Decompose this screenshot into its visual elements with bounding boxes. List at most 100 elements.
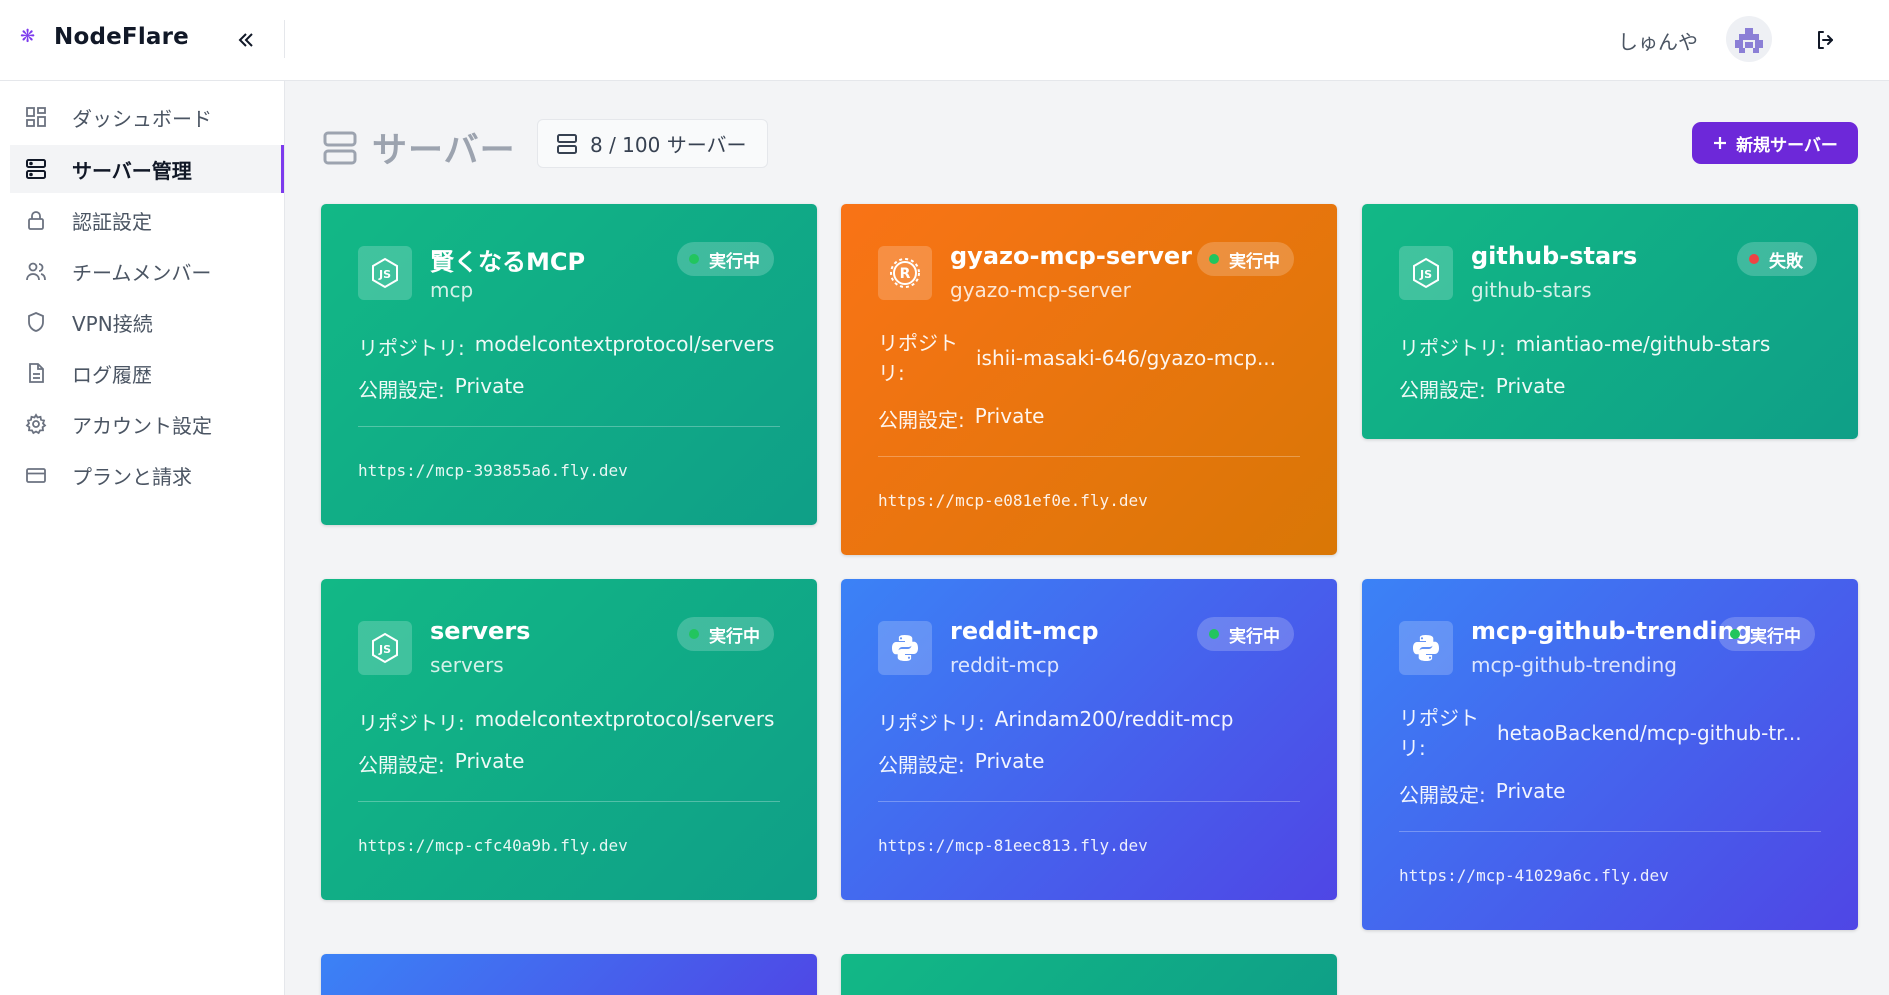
rust-icon: R <box>878 246 932 300</box>
server-card[interactable]: R gyazo-mcp-server gyazo-mcp-server 実行中 … <box>841 204 1337 555</box>
plus-icon <box>1714 137 1727 149</box>
visibility-value: Private <box>1495 779 1566 803</box>
python-icon <box>1399 621 1453 675</box>
visibility-label: 公開設定: <box>358 378 445 402</box>
page-heading: サーバー <box>322 122 516 173</box>
server-subtitle: reddit-mcp <box>950 653 1060 677</box>
status-dot <box>1209 254 1219 264</box>
status-label: 実行中 <box>709 626 760 647</box>
status-label: 実行中 <box>709 251 760 272</box>
visibility-value: Private <box>454 374 525 398</box>
visibility-row: 公開設定: Private <box>1399 779 1565 808</box>
svg-text:JS: JS <box>378 643 391 656</box>
sidebar-item-vpn[interactable]: VPN接続 <box>10 298 284 346</box>
status-badge: 実行中 <box>1718 617 1815 651</box>
logout-button[interactable] <box>1812 26 1840 54</box>
new-server-button[interactable]: 新規サーバー <box>1692 122 1858 164</box>
repository-value: Arindam200/reddit-mcp <box>994 707 1234 731</box>
server-name: 賢くなるMCP <box>430 248 586 276</box>
server-subtitle: github-stars <box>1471 278 1592 302</box>
sidebar-item-account[interactable]: アカウント設定 <box>10 400 284 448</box>
server-count-label: 8 / 100 サーバー <box>590 133 747 157</box>
server-card[interactable] <box>841 954 1337 995</box>
sidebar-item-billing[interactable]: プランと請求 <box>10 451 284 499</box>
visibility-label: 公開設定: <box>1399 783 1486 807</box>
svg-text:JS: JS <box>378 268 391 281</box>
card-divider <box>1399 831 1821 832</box>
nodejs-icon: JS <box>358 621 412 675</box>
status-label: 実行中 <box>1229 626 1280 647</box>
visibility-row: 公開設定: Private <box>1399 374 1565 403</box>
header-divider <box>284 20 285 58</box>
visibility-label: 公開設定: <box>1399 378 1486 402</box>
server-icon <box>557 133 577 154</box>
collapse-sidebar-button[interactable] <box>232 26 260 54</box>
brand-sparkle-icon: ❋ <box>20 26 36 47</box>
server-url[interactable]: https://mcp-41029a6c.fly.dev <box>1399 866 1669 885</box>
repository-label: リポジトリ: <box>1399 336 1506 360</box>
avatar[interactable] <box>1726 16 1772 62</box>
sidebar-item-label: チームメンバー <box>72 260 212 285</box>
card-divider <box>358 426 780 427</box>
status-dot <box>689 629 699 639</box>
server-icon <box>24 157 48 181</box>
repository-row: リポジトリ: Arindam200/reddit-mcp <box>878 707 1234 736</box>
sidebar-item-label: ダッシュボード <box>72 106 212 131</box>
nodejs-icon: JS <box>358 246 412 300</box>
status-label: 失敗 <box>1769 251 1803 272</box>
server-name: gyazo-mcp-server <box>950 242 1192 270</box>
double-chevron-left-icon <box>238 33 253 47</box>
server-card[interactable]: mcp-github-trending mcp-github-trending … <box>1362 579 1858 930</box>
server-url[interactable]: https://mcp-e081ef0e.fly.dev <box>878 491 1148 510</box>
status-badge: 実行中 <box>677 617 774 651</box>
server-card[interactable] <box>321 954 817 995</box>
status-badge: 失敗 <box>1737 242 1817 276</box>
server-subtitle: mcp <box>430 278 474 302</box>
repository-value: ishii-masaki-646/gyazo-mcp... <box>976 346 1277 370</box>
brand[interactable]: ❋ NodeFlare <box>20 24 189 50</box>
repository-label: リポジトリ: <box>1399 706 1479 760</box>
server-count-badge: 8 / 100 サーバー <box>537 119 768 168</box>
repository-value: modelcontextprotocol/servers <box>474 707 775 731</box>
server-card[interactable]: reddit-mcp reddit-mcp 実行中 リポジトリ: Arindam… <box>841 579 1337 900</box>
sidebar-item-logs[interactable]: ログ履歴 <box>10 349 284 397</box>
server-url[interactable]: https://mcp-cfc40a9b.fly.dev <box>358 836 628 855</box>
status-label: 実行中 <box>1750 626 1801 647</box>
visibility-row: 公開設定: Private <box>878 749 1044 778</box>
server-url[interactable]: https://mcp-393855a6.fly.dev <box>358 461 628 480</box>
card-divider <box>878 801 1300 802</box>
visibility-value: Private <box>1495 374 1566 398</box>
sidebar-item-team[interactable]: チームメンバー <box>10 247 284 295</box>
status-dot <box>689 254 699 264</box>
sidebar-item-label: サーバー管理 <box>72 158 192 183</box>
page-title: サーバー <box>372 131 516 171</box>
status-label: 実行中 <box>1229 251 1280 272</box>
sidebar-item-auth[interactable]: 認証設定 <box>10 196 284 244</box>
repository-row: リポジトリ: modelcontextprotocol/servers <box>358 707 774 736</box>
server-card[interactable]: JS servers servers 実行中 リポジトリ: modelconte… <box>321 579 817 900</box>
card-divider <box>358 801 780 802</box>
repository-value: hetaoBackend/mcp-github-tr... <box>1497 721 1802 745</box>
visibility-label: 公開設定: <box>878 753 965 777</box>
status-dot <box>1209 629 1219 639</box>
sidebar-item-label: 認証設定 <box>72 209 152 234</box>
identicon-avatar-icon <box>1735 28 1763 53</box>
visibility-row: 公開設定: Private <box>358 374 524 403</box>
dashboard-grid-icon <box>24 105 48 129</box>
sidebar-item-dashboard[interactable]: ダッシュボード <box>10 93 284 141</box>
visibility-row: 公開設定: Private <box>878 404 1044 433</box>
repository-row: リポジトリ: modelcontextprotocol/servers <box>358 332 774 361</box>
sidebar-item-label: アカウント設定 <box>72 413 212 438</box>
server-card[interactable]: JS 賢くなるMCP mcp 実行中 リポジトリ: modelcontextpr… <box>321 204 817 525</box>
server-url[interactable]: https://mcp-81eec813.fly.dev <box>878 836 1148 855</box>
repository-row: リポジトリ: miantiao-me/github-stars <box>1399 332 1770 361</box>
logout-icon <box>1818 31 1833 49</box>
svg-text:R: R <box>900 266 911 282</box>
sidebar-item-label: ログ履歴 <box>72 362 152 387</box>
sidebar-item-servers[interactable]: サーバー管理 <box>10 145 284 193</box>
server-card[interactable]: JS github-stars github-stars 失敗 リポジトリ: m… <box>1362 204 1858 439</box>
lock-icon <box>24 208 48 232</box>
repository-value: miantiao-me/github-stars <box>1515 332 1771 356</box>
document-icon <box>24 361 48 385</box>
server-icon <box>323 131 357 164</box>
